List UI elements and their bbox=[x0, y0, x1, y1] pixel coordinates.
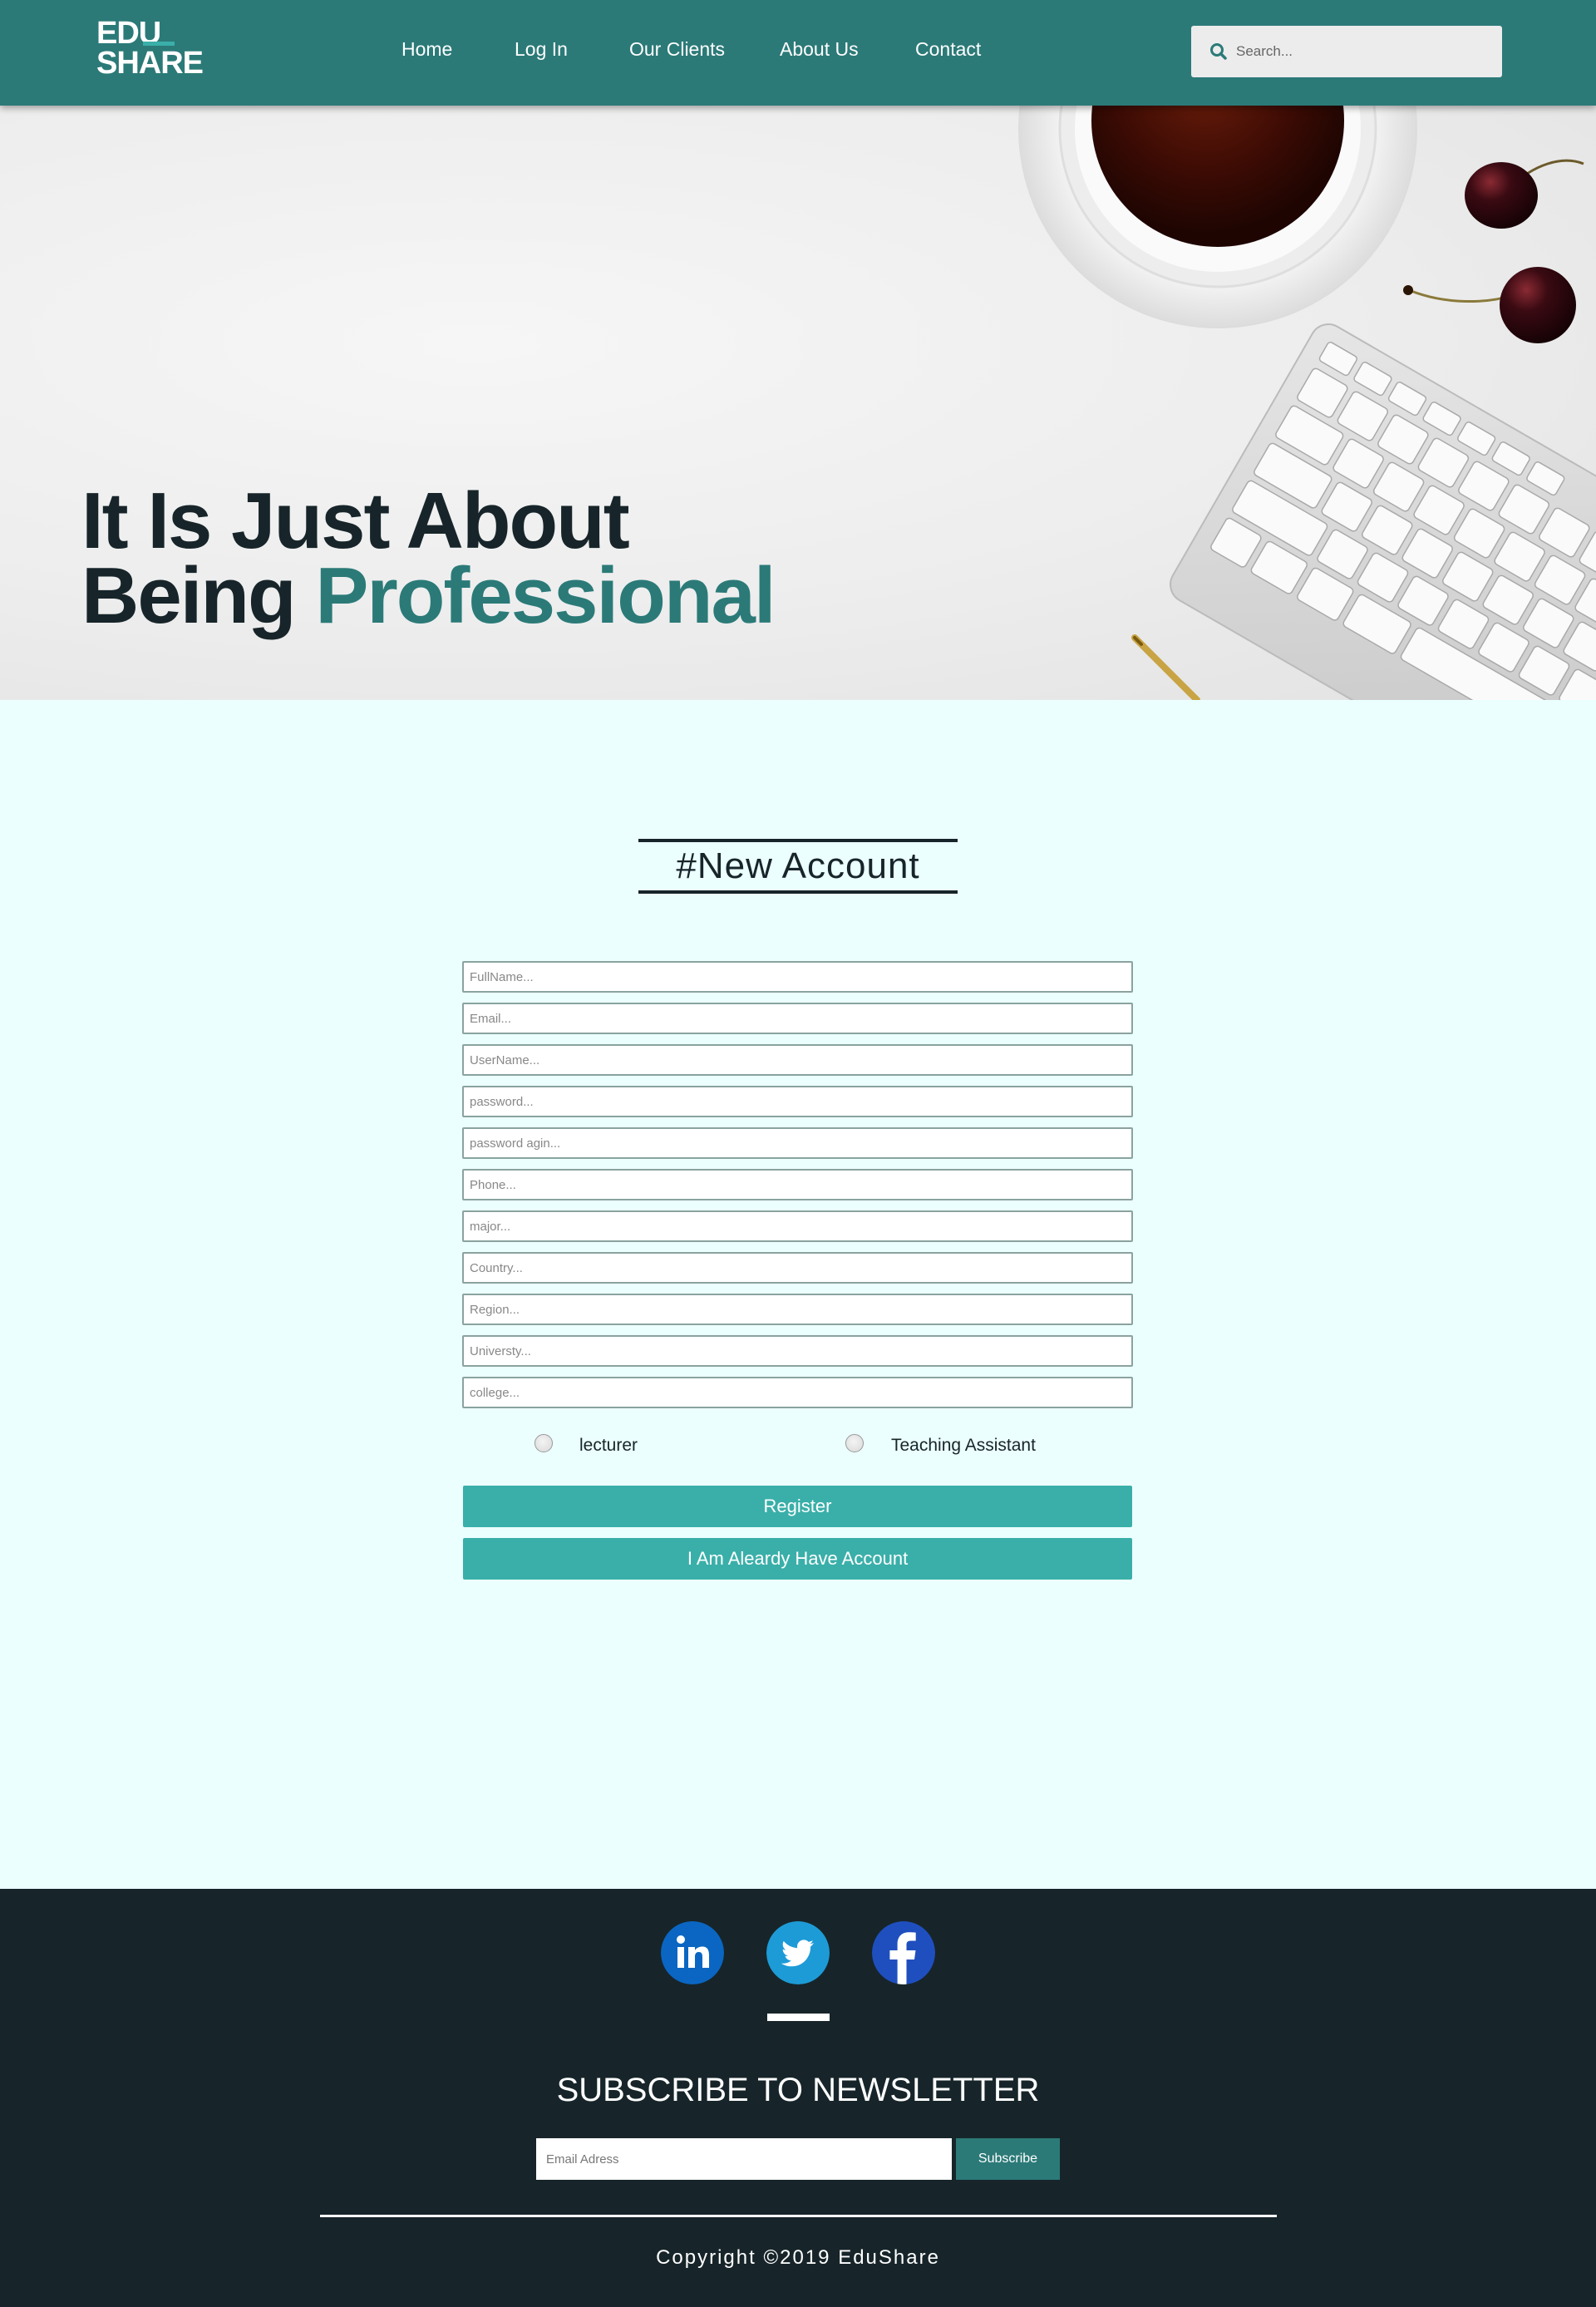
nav-about-us[interactable]: About Us bbox=[780, 38, 859, 61]
search-input[interactable] bbox=[1236, 26, 1494, 77]
country-field[interactable] bbox=[462, 1252, 1133, 1284]
nav-login[interactable]: Log In bbox=[515, 38, 568, 61]
subscribe-button[interactable]: Subscribe bbox=[956, 2138, 1060, 2180]
copyright-text: Copyright ©2019 EduShare bbox=[656, 2246, 940, 2269]
facebook-icon[interactable] bbox=[872, 1921, 935, 1984]
lecturer-radio[interactable] bbox=[534, 1434, 553, 1452]
teaching-assistant-radio-label[interactable]: Teaching Assistant bbox=[891, 1436, 1036, 1456]
fullname-field[interactable] bbox=[462, 961, 1133, 993]
register-button[interactable]: Register bbox=[463, 1486, 1132, 1527]
newsletter-title: SUBSCRIBE TO NEWSLETTER bbox=[556, 2072, 1040, 2108]
pen bbox=[1131, 634, 1200, 700]
college-field[interactable] bbox=[462, 1377, 1133, 1408]
hero-line-1: It Is Just About bbox=[81, 476, 630, 565]
email-field[interactable] bbox=[462, 1003, 1133, 1034]
twitter-icon[interactable] bbox=[766, 1921, 830, 1984]
lecturer-radio-label[interactable]: lecturer bbox=[579, 1436, 638, 1456]
password-confirm-field[interactable] bbox=[462, 1127, 1133, 1159]
newsletter-email-input[interactable] bbox=[536, 2138, 952, 2180]
major-field[interactable] bbox=[462, 1210, 1133, 1242]
new-account-heading-box: #New Account bbox=[638, 839, 958, 894]
search-icon[interactable] bbox=[1209, 42, 1228, 61]
cherry bbox=[1465, 162, 1538, 229]
search-box bbox=[1191, 26, 1502, 77]
footer-divider bbox=[320, 2215, 1277, 2217]
top-header: EDU SHARE Home Log In Our Clients About … bbox=[0, 0, 1596, 106]
university-field[interactable] bbox=[462, 1335, 1133, 1367]
edushare-logo[interactable]: EDU SHARE bbox=[96, 17, 204, 83]
hero-line-2-prefix: Being bbox=[81, 551, 316, 640]
keyboard bbox=[1170, 323, 1596, 700]
username-field[interactable] bbox=[462, 1044, 1133, 1076]
region-field[interactable] bbox=[462, 1294, 1133, 1325]
hero-line-2-accent: Professional bbox=[315, 551, 776, 640]
teaching-assistant-radio[interactable] bbox=[845, 1434, 864, 1452]
footer: SUBSCRIBE TO NEWSLETTER Subscribe Copyri… bbox=[0, 1889, 1596, 2307]
logo-line-2: SHARE bbox=[96, 46, 204, 81]
password-field[interactable] bbox=[462, 1086, 1133, 1117]
nav-home[interactable]: Home bbox=[401, 38, 452, 61]
footer-accent-divider bbox=[767, 2014, 830, 2021]
logo-accent-bar bbox=[143, 42, 175, 46]
have-account-button[interactable]: I Am Aleardy Have Account bbox=[463, 1538, 1132, 1580]
nav-contact[interactable]: Contact bbox=[915, 38, 981, 61]
phone-field[interactable] bbox=[462, 1169, 1133, 1200]
hero-line-2: Being Professional bbox=[81, 556, 776, 636]
hero-banner: It Is Just About Being Professional bbox=[0, 106, 1596, 700]
linkedin-icon[interactable] bbox=[661, 1921, 724, 1984]
cherry bbox=[1500, 267, 1576, 343]
nav-our-clients[interactable]: Our Clients bbox=[629, 38, 725, 61]
hero-headline: It Is Just About Being Professional bbox=[81, 476, 776, 636]
new-account-heading: #New Account bbox=[676, 845, 920, 886]
